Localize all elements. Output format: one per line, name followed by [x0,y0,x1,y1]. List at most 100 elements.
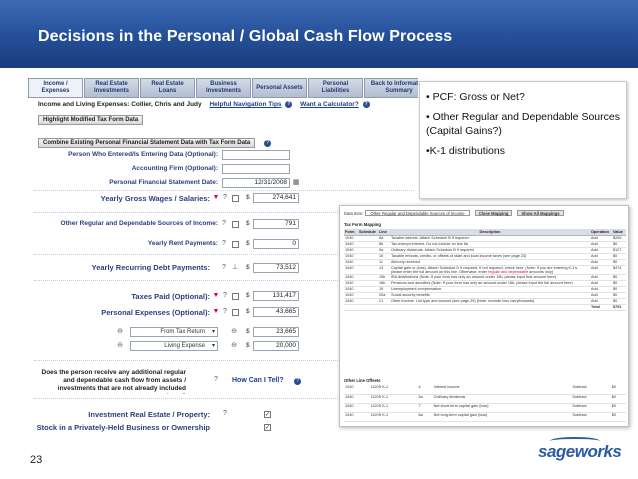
bullet-item: • PCF: Gross or Net? [426,91,525,103]
table-cell-sched [358,265,378,276]
currency-symbol: $ [246,194,250,201]
table-cell-line: 8a [417,412,433,422]
table-row: 1040 1120S K-1 5a Ordinary dividends Subtrac… [344,394,626,404]
tab-business-investments[interactable]: Business Investments [196,78,251,98]
folder-icon[interactable] [232,293,239,300]
tax-form-icon[interactable]: ▼ [212,292,220,300]
currency-symbol: $ [246,220,250,227]
table-cell-desc: Interest income [432,385,572,395]
highlight-modified-button[interactable]: Highlight Modified Tax Form Data [38,115,144,125]
table-cell-val: $0 [610,394,626,404]
other-regular-input[interactable]: 791 [253,219,299,229]
investment-re-checkbox[interactable]: ✓ [264,411,271,418]
tab-bar: Income / Expenses Real Estate Investment… [28,78,418,98]
table-cell-form: 1040 [344,394,370,404]
table-cell-form: 1040 [344,403,370,413]
tab-real-estate-loans[interactable]: Real Estate Loans [140,78,195,98]
tab-back-to-summary[interactable]: Back to Information Summary [364,78,418,98]
callout-box: • PCF: Gross or Net? • Other Regular and… [419,81,627,199]
currency-symbol: $ [246,328,250,335]
offsets-table: 1040 1120S K-1 4 Interest income Subtract $0 1… [344,385,626,422]
stock-private-checkbox[interactable]: ✓ [264,424,271,431]
currency-symbol: $ [246,292,250,299]
help-icon[interactable]: ? [221,194,229,202]
help-icon[interactable]: ? [294,378,301,385]
currency-symbol: $ [246,264,250,271]
table-cell-val: $0 [610,385,626,395]
currency-symbol: $ [246,342,250,349]
minus-circle-icon[interactable]: ⊖ [230,342,238,350]
help-icon[interactable]: ? [221,410,229,418]
personal-expenses-input[interactable]: 43,665 [253,307,299,317]
client-line: Income and Living Expenses: Collier, Chr… [38,101,202,109]
accounting-firm-input[interactable] [222,164,290,174]
minus-circle-icon[interactable]: ⊖ [230,328,238,336]
tax-form-icon[interactable]: ▼ [212,194,220,202]
minus-circle-icon[interactable]: ⊖ [116,342,124,350]
tax-form-icon[interactable]: ▼ [212,308,220,316]
total-row: Total $791 [344,304,626,311]
table-cell-op: Subtract [571,394,611,404]
data-item-select[interactable]: Other Regular and Dependable Sources of … [365,210,470,216]
show-all-mappings-button[interactable]: Show All Mappings [517,210,564,216]
help-icon[interactable]: ? [362,101,370,108]
help-icon[interactable]: ? [221,292,229,300]
help-icon[interactable]: ? [285,101,293,108]
minus-circle-icon[interactable]: ⊖ [116,328,124,336]
tab-personal-assets[interactable]: Personal Assets [252,78,307,98]
total-label: Total [590,304,612,311]
table-row: 1040 1120S K-1 4 Interest income Subtract $0 [344,385,626,395]
expense-type-select[interactable]: From Tax Return [130,327,218,337]
logo-arc [550,437,600,445]
folder-icon[interactable] [232,221,239,228]
living-expense-input[interactable]: 20,000 [253,341,299,351]
down-arrow-icon[interactable]: ⊥ [231,264,239,272]
bullet-item: •K-1 distributions [426,145,505,157]
table-cell-sched: 1120S K-1 [369,403,418,413]
table-cell-line: 5a [417,394,433,404]
table-cell-op: Subtract [571,385,611,395]
sageworks-logo: sageworks [538,437,622,462]
help-icon[interactable]: ? [212,376,220,384]
folder-icon[interactable] [232,195,239,202]
mapping-toolbar: Data Item: Other Regular and Dependable … [344,210,564,216]
folder-icon[interactable] [232,309,239,316]
taxes-input[interactable]: 131,417 [253,291,299,301]
table-cell-line: 13 [378,265,390,276]
divider [34,190,414,191]
debt-input[interactable]: 73,512 [253,263,299,273]
table-cell-form: 1040 [344,385,370,395]
calculator-link[interactable]: Want a Calculator? [300,101,359,108]
help-icon[interactable]: ? [264,140,271,147]
investment-re-label: Investment Real Estate / Property: [88,410,210,419]
table-cell-line: 4 [417,385,433,395]
combine-data-button[interactable]: Combine Existing Personal Financial Stat… [38,138,256,148]
tab-income-expenses[interactable]: Income / Expenses [28,78,83,98]
gross-wages-input[interactable]: 274,641 [253,193,299,203]
data-item-label: Data Item: [344,210,364,216]
client-row: Income and Living Expenses: Collier, Chr… [38,101,370,108]
folder-icon[interactable] [232,241,239,248]
close-mapping-button[interactable]: Close Mapping [474,210,513,216]
pfs-date-input[interactable]: 12/31/2008 [222,178,290,188]
stock-private-label: Stock in a Privately-Held Business or Ow… [36,423,210,432]
calendar-icon[interactable]: ▦ [292,179,300,187]
mapping-table: Form Schedule Line Description Operation… [344,229,626,311]
table-cell-desc: Net long-term capital gain (loss) [432,412,572,422]
table-cell-sched: 1120S K-1 [369,394,418,404]
help-icon[interactable]: ? [221,308,229,316]
expense-type-select[interactable]: Living Expense [130,341,218,351]
how-can-i-tell-link[interactable]: How Can I Tell? [232,377,284,384]
slide-title: Decisions in the Personal / Global Cash … [38,28,453,45]
entered-by-input[interactable] [222,150,290,160]
rent-input[interactable]: 0 [253,239,299,249]
table-cell-desc: Net short-term capital gain (loss) [432,403,572,413]
tab-personal-liabilities[interactable]: Personal Liabilities [308,78,363,98]
nav-tips-link[interactable]: Helpful Navigation Tips [209,101,281,108]
help-icon[interactable]: ? [220,220,228,228]
help-icon[interactable]: ? [220,264,228,272]
debt-label: Yearly Recurring Debt Payments: [91,263,210,272]
tab-real-estate-investments[interactable]: Real Estate Investments [84,78,139,98]
tax-return-expense-input[interactable]: 23,665 [253,327,299,337]
help-icon[interactable]: ? [220,240,228,248]
